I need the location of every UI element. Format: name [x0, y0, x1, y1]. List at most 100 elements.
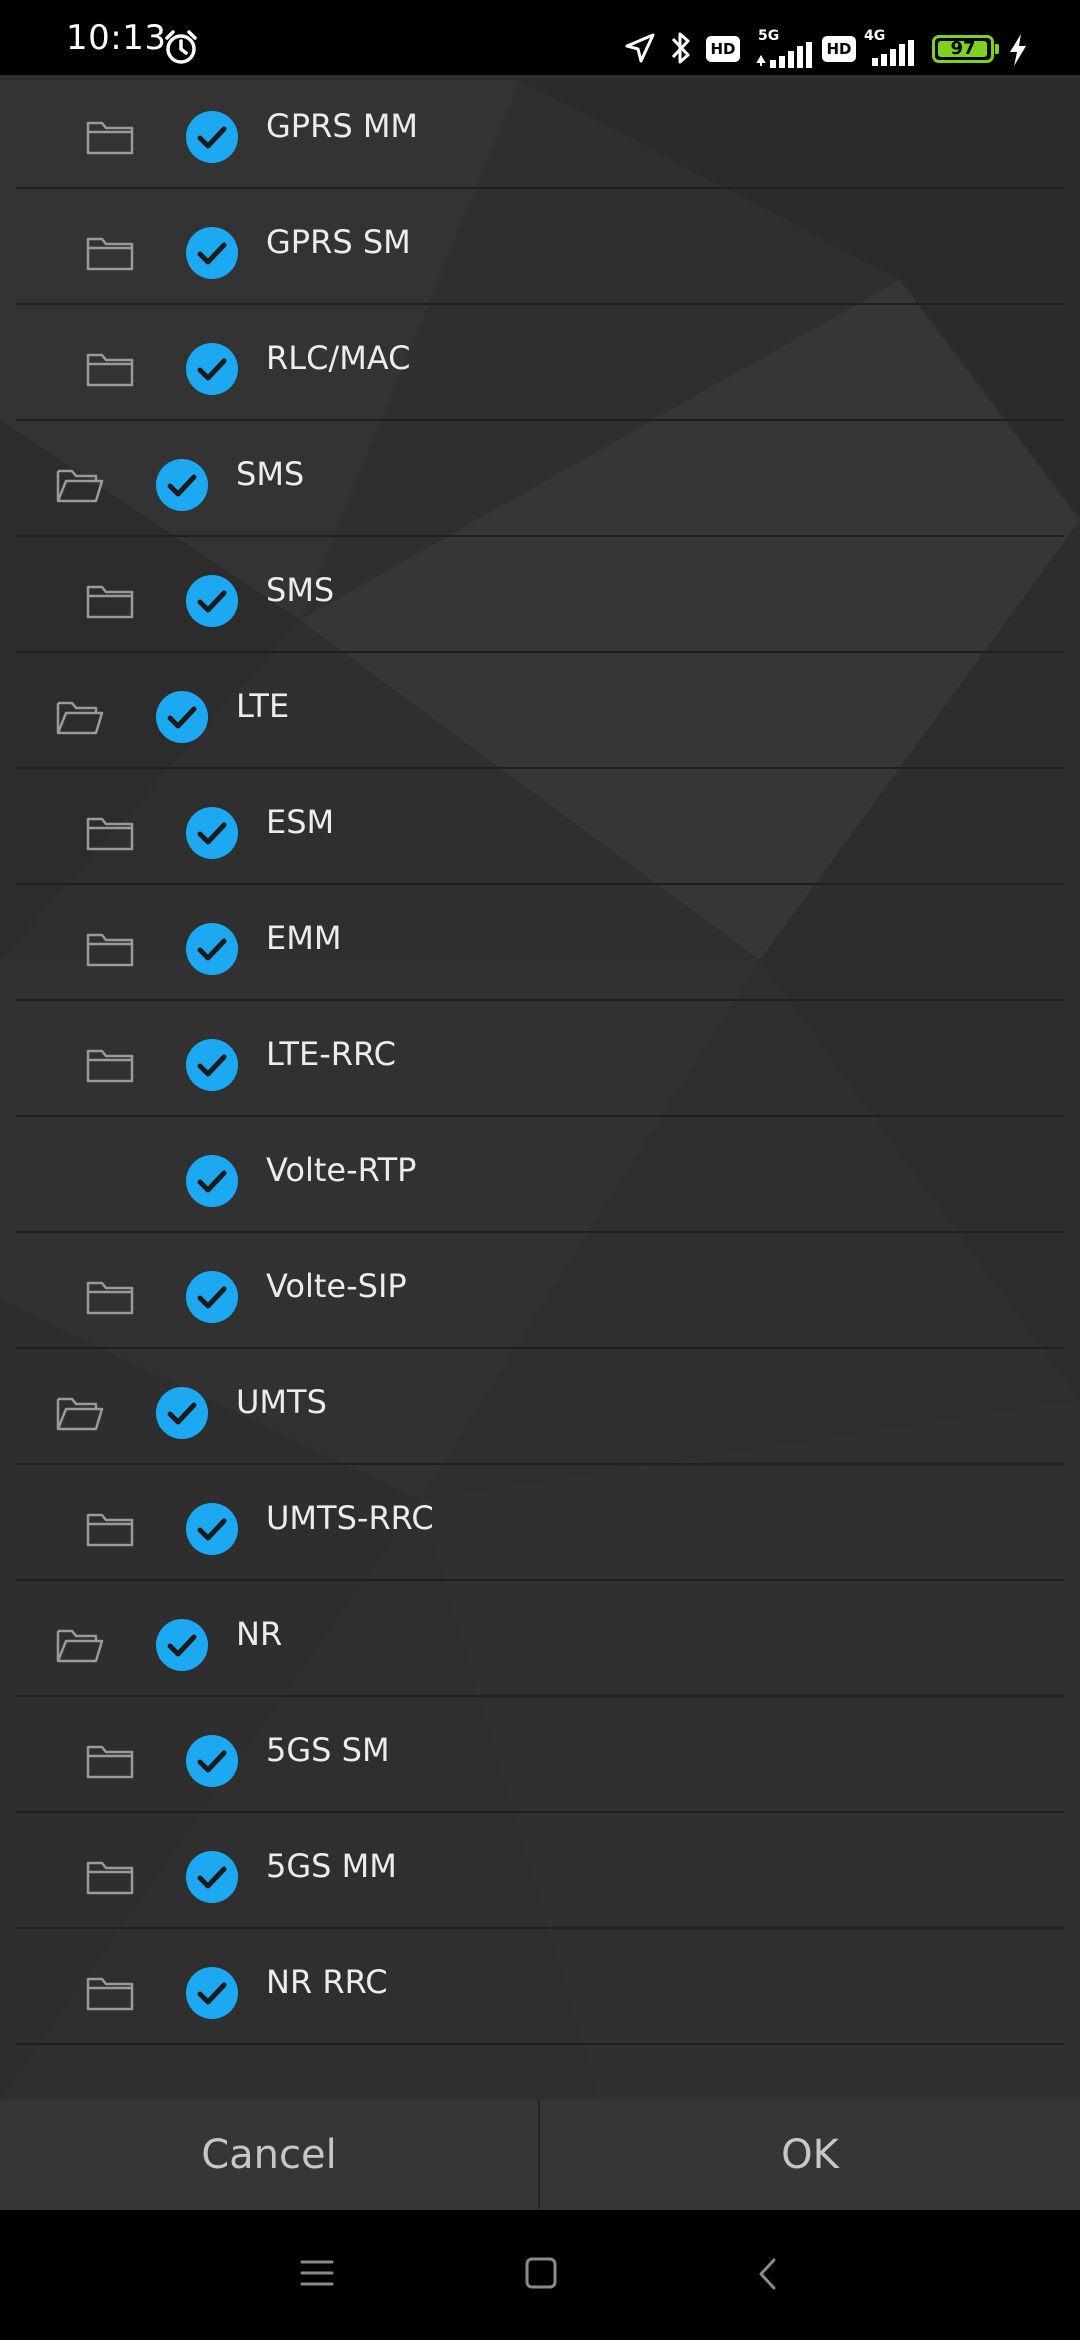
list-item-label: Volte-SIP: [266, 1267, 407, 1305]
checkmark-icon: [197, 1866, 227, 1889]
list-item-label: SMS: [266, 571, 335, 609]
list-item-label: ESM: [266, 803, 335, 841]
folder-open-icon[interactable]: [56, 465, 104, 505]
list-item-label: GPRS MM: [266, 107, 419, 145]
folder-icon[interactable]: [86, 1045, 134, 1085]
hd-badge-1: HD: [706, 36, 740, 62]
bluetooth-icon: [671, 32, 690, 64]
hd-badge-2: HD: [822, 36, 856, 62]
category-list: GPRS/EDGEGPRS MMGPRS SMRLC/MACSMSSMSLTEE…: [16, 0, 1064, 2100]
signal-icon-1: [756, 42, 812, 68]
list-item[interactable]: Volte-SIP: [16, 1235, 1064, 1349]
checkbox[interactable]: [186, 343, 238, 395]
checkbox[interactable]: [186, 1735, 238, 1787]
checkmark-icon: [197, 358, 227, 381]
checkbox[interactable]: [186, 1851, 238, 1903]
checkmark-icon: [167, 1634, 197, 1657]
list-item-label: 5GS MM: [266, 1847, 397, 1885]
battery-indicator: 97: [932, 35, 994, 63]
checkbox[interactable]: [186, 1967, 238, 2019]
list-item[interactable]: GPRS SM: [16, 191, 1064, 305]
screen: GPRS/EDGEGPRS MMGPRS SMRLC/MACSMSSMSLTEE…: [0, 0, 1080, 2340]
checkmark-icon: [167, 1402, 197, 1425]
list-item-label: Volte-RTP: [266, 1151, 417, 1189]
checkbox[interactable]: [186, 1271, 238, 1323]
list-group-item[interactable]: SMS: [16, 423, 1064, 537]
folder-icon[interactable]: [86, 1741, 134, 1781]
checkmark-icon: [197, 1286, 227, 1309]
navigation-bar: [0, 2210, 1080, 2340]
back-icon[interactable]: [756, 2256, 780, 2292]
checkbox[interactable]: [186, 575, 238, 627]
checkbox[interactable]: [186, 1503, 238, 1555]
checkbox[interactable]: [156, 459, 208, 511]
list-item[interactable]: LTE-RRC: [16, 1003, 1064, 1117]
list-item-label: GPRS SM: [266, 223, 411, 261]
list-item-label: EMM: [266, 919, 342, 957]
checkmark-icon: [197, 126, 227, 149]
list-item-label: UMTS: [236, 1383, 327, 1421]
checkmark-icon: [197, 938, 227, 961]
checkmark-icon: [197, 1054, 227, 1077]
checkmark-icon: [197, 822, 227, 845]
checkbox[interactable]: [186, 227, 238, 279]
list-item-label: NR: [236, 1615, 283, 1653]
list-group-item[interactable]: NR: [16, 1583, 1064, 1697]
list-item[interactable]: GPRS MM: [16, 75, 1064, 189]
list-group-item[interactable]: UMTS: [16, 1351, 1064, 1465]
checkbox[interactable]: [186, 807, 238, 859]
checkmark-icon: [197, 242, 227, 265]
list-item[interactable]: UMTS-RRC: [16, 1467, 1064, 1581]
home-icon[interactable]: [524, 2256, 558, 2290]
folder-open-icon[interactable]: [56, 1625, 104, 1665]
folder-icon[interactable]: [86, 1857, 134, 1897]
folder-icon[interactable]: [86, 1973, 134, 2013]
list-item[interactable]: Volte-RTP: [16, 1119, 1064, 1233]
folder-icon[interactable]: [86, 349, 134, 389]
list-item-label: 5GS SM: [266, 1731, 390, 1769]
cancel-button[interactable]: Cancel: [0, 2100, 538, 2210]
list-item[interactable]: NR RRC: [16, 1931, 1064, 2045]
checkbox[interactable]: [156, 691, 208, 743]
ok-button[interactable]: OK: [540, 2100, 1080, 2210]
folder-icon[interactable]: [86, 581, 134, 621]
alarm-icon: [165, 30, 197, 64]
list-item[interactable]: 5GS MM: [16, 1815, 1064, 1929]
charging-icon: [1010, 34, 1026, 66]
dialog-button-bar: Cancel OK: [0, 2100, 1080, 2210]
folder-open-icon[interactable]: [56, 1393, 104, 1433]
location-icon: [625, 33, 655, 63]
list-item[interactable]: 5GS SM: [16, 1699, 1064, 1813]
checkbox[interactable]: [156, 1387, 208, 1439]
list-item-label: LTE: [236, 687, 290, 725]
folder-icon[interactable]: [86, 1277, 134, 1317]
list-item[interactable]: ESM: [16, 771, 1064, 885]
checkmark-icon: [197, 1170, 227, 1193]
status-bar: 10:13 HD 5G HD 4G 97: [0, 0, 1080, 75]
list-item[interactable]: SMS: [16, 539, 1064, 653]
checkbox[interactable]: [156, 1619, 208, 1671]
checkbox[interactable]: [186, 111, 238, 163]
list-item-label: SMS: [236, 455, 305, 493]
folder-open-icon[interactable]: [56, 697, 104, 737]
folder-icon[interactable]: [86, 813, 134, 853]
list-item-label: UMTS-RRC: [266, 1499, 434, 1537]
checkmark-icon: [197, 1750, 227, 1773]
checkbox[interactable]: [186, 923, 238, 975]
menu-icon[interactable]: [300, 2258, 334, 2288]
folder-icon[interactable]: [86, 233, 134, 273]
checkmark-icon: [167, 706, 197, 729]
checkmark-icon: [197, 1518, 227, 1541]
folder-icon[interactable]: [86, 1509, 134, 1549]
list-group-item[interactable]: LTE: [16, 655, 1064, 769]
list-item-label: RLC/MAC: [266, 339, 411, 377]
folder-icon[interactable]: [86, 117, 134, 157]
checkmark-icon: [197, 590, 227, 613]
checkmark-icon: [167, 474, 197, 497]
list-item[interactable]: RLC/MAC: [16, 307, 1064, 421]
folder-icon[interactable]: [86, 929, 134, 969]
checkmark-icon: [197, 1982, 227, 2005]
checkbox[interactable]: [186, 1039, 238, 1091]
checkbox[interactable]: [186, 1155, 238, 1207]
list-item[interactable]: EMM: [16, 887, 1064, 1001]
